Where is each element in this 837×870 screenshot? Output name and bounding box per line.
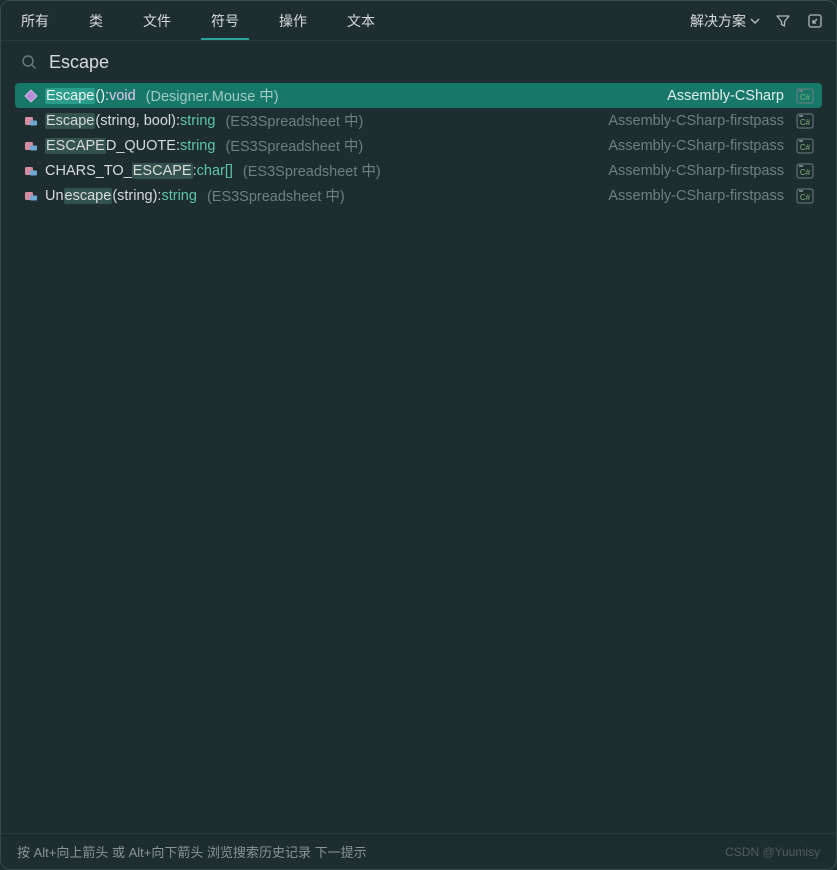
symbol-signature: (string): bbox=[112, 188, 161, 204]
csharp-file-icon: C# bbox=[796, 88, 814, 104]
symbol-context: (Designer.Mouse 中) bbox=[146, 85, 279, 106]
chevron-down-icon bbox=[750, 16, 760, 26]
result-row[interactable]: Escape():void (Designer.Mouse 中) Assembly-… bbox=[15, 83, 822, 108]
field-icon bbox=[23, 164, 39, 178]
result-main: Escape(string, bool):string (ES3Spreadshe… bbox=[45, 110, 602, 131]
symbol-name: Unescape bbox=[45, 188, 112, 204]
csharp-file-icon: C# bbox=[796, 188, 814, 204]
symbol-signature: (): bbox=[95, 88, 109, 104]
symbol-name: ESCAPED_QUOTE bbox=[45, 138, 176, 154]
search-icon bbox=[21, 54, 37, 70]
scope-label: 解决方案 bbox=[690, 11, 746, 31]
open-in-tool-window-icon bbox=[807, 13, 823, 29]
filter-button[interactable] bbox=[774, 12, 792, 30]
symbol-context: (ES3Spreadsheet 中) bbox=[225, 135, 363, 156]
result-assembly: Assembly-CSharp-firstpass bbox=[608, 188, 784, 204]
symbol-signature: (string, bool): bbox=[95, 113, 180, 129]
symbol-name: Escape bbox=[45, 88, 95, 104]
result-assembly: Assembly-CSharp-firstpass bbox=[608, 113, 784, 129]
result-main: Escape():void (Designer.Mouse 中) bbox=[45, 85, 661, 106]
filter-icon bbox=[775, 13, 791, 29]
symbol-return-type: string bbox=[180, 113, 215, 129]
result-assembly: Assembly-CSharp-firstpass bbox=[608, 138, 784, 154]
svg-text:C#: C# bbox=[800, 118, 811, 127]
result-main: ESCAPED_QUOTE:string(ES3Spreadsheet 中) bbox=[45, 135, 602, 156]
tab-bar: 所有 类 文件 符号 操作 文本 bbox=[1, 1, 395, 40]
svg-text:C#: C# bbox=[800, 193, 811, 202]
tab-files[interactable]: 文件 bbox=[123, 1, 191, 40]
footer-bar: 按 Alt+向上箭头 或 Alt+向下箭头 浏览搜索历史记录 下一提示 CSDN… bbox=[1, 833, 836, 869]
result-assembly: Assembly-CSharp-firstpass bbox=[608, 163, 784, 179]
watermark: CSDN @Yuumisy bbox=[725, 845, 820, 859]
symbol-name: CHARS_TO_ESCAPE bbox=[45, 163, 193, 179]
symbol-return-type: void bbox=[109, 88, 136, 104]
symbol-return-type: char[] bbox=[197, 163, 233, 179]
header-bar: 所有 类 文件 符号 操作 文本 解决方案 bbox=[1, 1, 836, 41]
result-row[interactable]: CHARS_TO_ESCAPE:char[](ES3Spreadsheet 中)… bbox=[15, 158, 822, 183]
result-row[interactable]: Unescape(string):string (ES3Spreadsheet 中… bbox=[15, 183, 822, 208]
result-row[interactable]: ESCAPED_QUOTE:string(ES3Spreadsheet 中)As… bbox=[15, 133, 822, 158]
tab-text[interactable]: 文本 bbox=[327, 1, 395, 40]
result-assembly: Assembly-CSharp bbox=[667, 88, 784, 104]
result-row[interactable]: Escape(string, bool):string (ES3Spreadshe… bbox=[15, 108, 822, 133]
symbol-return-type: string bbox=[161, 188, 196, 204]
tab-classes[interactable]: 类 bbox=[69, 1, 123, 40]
search-everywhere-window: 所有 类 文件 符号 操作 文本 解决方案 Escape():void (Desi… bbox=[0, 0, 837, 870]
method-ext-icon bbox=[23, 189, 39, 203]
svg-text:C#: C# bbox=[800, 168, 811, 177]
method-ext-icon bbox=[23, 114, 39, 128]
pin-button[interactable] bbox=[806, 12, 824, 30]
footer-hint: 按 Alt+向上箭头 或 Alt+向下箭头 浏览搜索历史记录 下一提示 bbox=[17, 842, 367, 861]
header-right: 解决方案 bbox=[690, 11, 824, 31]
search-row bbox=[1, 41, 836, 83]
tab-symbols[interactable]: 符号 bbox=[191, 1, 259, 40]
field-icon bbox=[23, 139, 39, 153]
csharp-file-icon: C# bbox=[796, 113, 814, 129]
csharp-file-icon: C# bbox=[796, 163, 814, 179]
csharp-file-icon: C# bbox=[796, 138, 814, 154]
tab-actions[interactable]: 操作 bbox=[259, 1, 327, 40]
symbol-context: (ES3Spreadsheet 中) bbox=[225, 110, 363, 131]
symbol-context: (ES3Spreadsheet 中) bbox=[243, 160, 381, 181]
search-input[interactable] bbox=[49, 52, 816, 73]
symbol-return-type: string bbox=[180, 138, 215, 154]
method-icon bbox=[23, 89, 39, 103]
result-main: CHARS_TO_ESCAPE:char[](ES3Spreadsheet 中) bbox=[45, 160, 602, 181]
tab-all[interactable]: 所有 bbox=[1, 1, 69, 40]
scope-selector[interactable]: 解决方案 bbox=[690, 11, 760, 31]
symbol-name: Escape bbox=[45, 113, 95, 129]
results-list: Escape():void (Designer.Mouse 中) Assembly-… bbox=[1, 83, 836, 833]
result-main: Unescape(string):string (ES3Spreadsheet 中… bbox=[45, 185, 602, 206]
symbol-context: (ES3Spreadsheet 中) bbox=[207, 185, 345, 206]
svg-text:C#: C# bbox=[800, 143, 811, 152]
svg-text:C#: C# bbox=[800, 93, 811, 102]
